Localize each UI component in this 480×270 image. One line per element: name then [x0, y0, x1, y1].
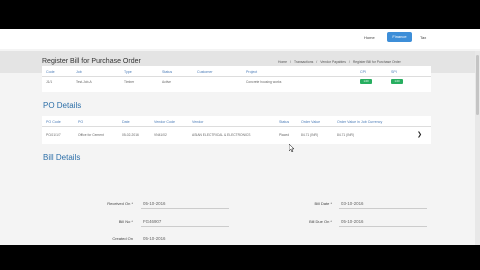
job-summary-table: Code Job Type Status Customer Project CP… [42, 66, 431, 92]
bill-details-form: Received On * 05-10-2016 Bill No * FG469… [42, 166, 431, 245]
mouse-cursor-icon [289, 144, 295, 152]
table-cell: Timber [124, 80, 135, 84]
column-header: Status [162, 70, 173, 74]
table-cell: PO/J1/1/7 [46, 133, 61, 137]
bill-due-on-label: Bill Due On * [309, 219, 332, 224]
column-header: Status [279, 120, 290, 124]
vertical-scrollbar[interactable] [475, 51, 480, 245]
breadcrumb-separator: / [348, 60, 350, 64]
bill-due-on-field[interactable]: 05-10-2016 [341, 219, 363, 224]
column-header: Type [124, 70, 132, 74]
video-frame: Home Finance Tax Register Bill for Purch… [0, 0, 480, 270]
table-cell: ASIAN ELECTRICAL & ELECTRONICS [192, 133, 251, 137]
breadcrumb: Home / Transactions / Vendor Payables / Regist… [278, 60, 404, 64]
breadcrumb-home[interactable]: Home [278, 60, 287, 64]
breadcrumb-vendor-payables[interactable]: Vendor Payables [320, 60, 346, 64]
column-header: CPI [360, 70, 366, 74]
column-header: Order Value in Job Currency [337, 120, 383, 124]
breadcrumb-separator: / [316, 60, 318, 64]
table-cell: Active [162, 80, 171, 84]
po-details-heading: PO Details [43, 101, 82, 110]
column-header: Customer [197, 70, 213, 74]
column-header: Code [46, 70, 55, 74]
chevron-right-icon[interactable]: ❯ [417, 131, 422, 138]
app-window: Home Finance Tax Register Bill for Purch… [0, 29, 480, 245]
column-header: PO [78, 120, 84, 124]
spi-badge: 1.00 [391, 79, 403, 84]
table-cell: J1/1 [46, 80, 53, 84]
table-cell: Placed [279, 133, 290, 137]
field-underline [339, 226, 427, 227]
page-title: Register Bill for Purchase Order [42, 58, 141, 65]
breadcrumb-transactions[interactable]: Transactions [294, 60, 313, 64]
po-details-table: PO Code PO Date Vendor Code Vendor Statu… [42, 116, 431, 144]
received-on-field[interactable]: 05-10-2016 [143, 201, 165, 206]
cpi-badge: 1.00 [360, 79, 372, 84]
table-cell: VN41/02 [154, 133, 167, 137]
column-header: Vendor [192, 120, 204, 124]
bill-date-field[interactable]: 03-10-2016 [341, 201, 363, 206]
column-header: Order Value [301, 120, 321, 124]
received-on-label: Received On * [107, 201, 133, 206]
table-cell: Test-Job-A [76, 80, 92, 84]
nav-home-link[interactable]: Home [364, 35, 375, 40]
column-header: Project [246, 70, 258, 74]
table-cell: Office for Cement [78, 133, 104, 137]
created-on-label: Created On [112, 236, 133, 241]
top-navigation: Home Finance Tax [0, 29, 480, 49]
column-header: Vendor Code [154, 120, 175, 124]
breadcrumb-separator: / [290, 60, 291, 64]
column-header: Date [122, 120, 130, 124]
nav-finance-tab[interactable]: Finance [387, 32, 412, 42]
column-header: Job [76, 70, 82, 74]
table-cell: Concrete housing works [246, 80, 282, 84]
breadcrumb-current: Register Bill for Purchase Order [352, 60, 401, 64]
table-cell: 84.71 (INR) [337, 133, 355, 137]
column-header: SPI [391, 70, 397, 74]
table-cell: 84.71 (INR) [301, 133, 319, 137]
bill-no-label: Bill No * [118, 219, 133, 224]
table-cell: 05-02-2016 [122, 133, 139, 137]
bill-details-heading: Bill Details [43, 153, 81, 162]
divider [42, 76, 431, 77]
bill-no-field[interactable]: FG46907 [143, 219, 161, 224]
column-header: PO Code [46, 120, 61, 124]
scrollbar-thumb[interactable] [476, 55, 479, 115]
field-underline [339, 208, 427, 209]
field-underline [141, 226, 229, 227]
nav-tax-link[interactable]: Tax [420, 35, 426, 40]
field-underline [141, 208, 229, 209]
divider [42, 126, 431, 127]
created-on-field: 05-10-2016 [143, 236, 166, 241]
bill-date-label: Bill Date * [314, 201, 332, 206]
